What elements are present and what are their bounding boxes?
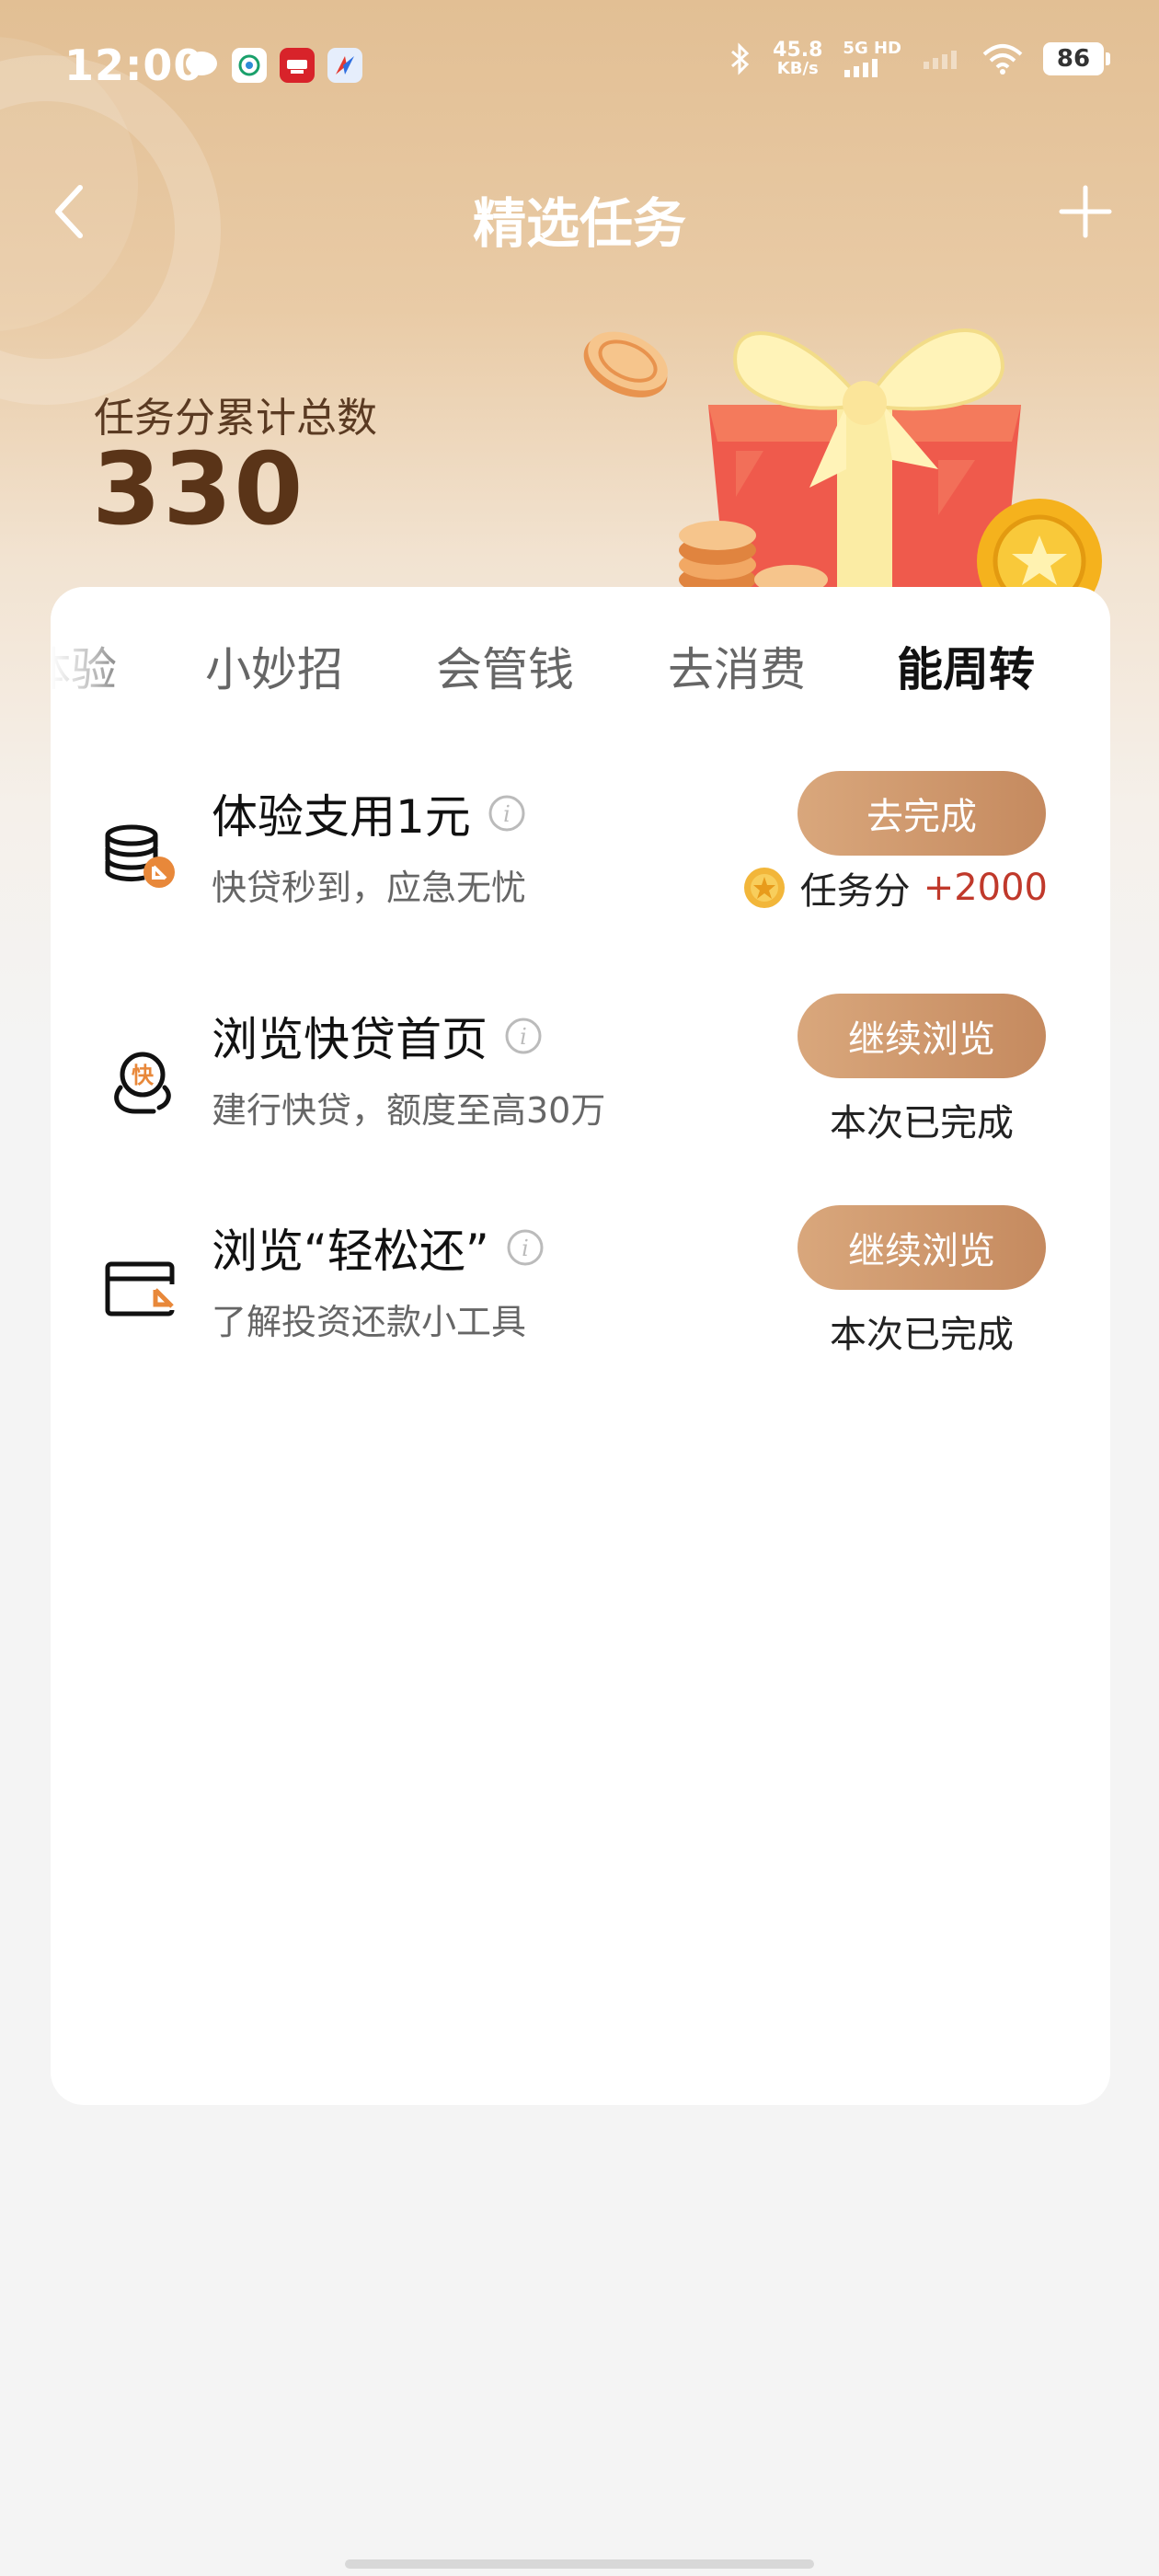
- status-time: 12:00: [64, 40, 204, 90]
- continue-browsing-button[interactable]: 继续浏览: [798, 994, 1046, 1078]
- tab-spending[interactable]: 去消费: [668, 633, 806, 699]
- message-icon: [184, 48, 219, 83]
- browser-icon: [327, 48, 362, 83]
- task-item: 体验支用1元 i 快贷秒到，应急无忧 去完成 任务分 +2000: [51, 771, 1110, 955]
- tab-tips[interactable]: 小妙招: [205, 633, 343, 699]
- add-button[interactable]: [1049, 175, 1122, 248]
- reward-coin-icon: [743, 868, 785, 908]
- coin-stack-icon: [105, 824, 175, 888]
- tabs-fade-overlay: [51, 587, 133, 743]
- completion-status: 本次已完成: [830, 1314, 1014, 1356]
- card-repay-icon: [105, 1261, 176, 1317]
- task-item: 浏览“轻松还” i 了解投资还款小工具 继续浏览 本次已完成: [51, 1205, 1110, 1389]
- reward-value: +2000: [923, 867, 1048, 909]
- info-icon[interactable]: i: [506, 1228, 545, 1267]
- quick-loan-icon: 快: [114, 1052, 171, 1114]
- tab-money-management[interactable]: 会管钱: [436, 633, 574, 699]
- svg-text:i: i: [503, 801, 511, 827]
- task-item: 快 浏览快贷首页 i 建行快贷，额度至高30万 继续浏览 本次已完成: [51, 994, 1110, 1178]
- battery-indicator: 86: [1043, 42, 1110, 75]
- network-type: 5G HD: [843, 39, 901, 58]
- page-title: 精选任务: [472, 192, 686, 255]
- bank-app-icon: [280, 48, 315, 83]
- wifi-icon: [982, 44, 1023, 75]
- task-title-row: 浏览快贷首页 i: [212, 1003, 543, 1069]
- svg-text:快: 快: [132, 1063, 155, 1088]
- complete-button[interactable]: 去完成: [798, 771, 1046, 856]
- score-total-value: 330: [92, 432, 305, 547]
- signal-bars-icon: [844, 59, 878, 77]
- task-title-row: 浏览“轻松还” i: [212, 1214, 545, 1281]
- task-subtitle: 快贷秒到，应急无忧: [212, 868, 527, 908]
- navigation-bar: 精选任务: [0, 166, 1159, 258]
- category-tabs: 体验 小妙招 会管钱 去消费 能周转: [51, 587, 1110, 743]
- notification-icons: [184, 48, 362, 83]
- reward-label: 任务分: [799, 870, 911, 913]
- task-title: 浏览“轻松还”: [212, 1225, 489, 1278]
- completion-status: 本次已完成: [830, 1102, 1014, 1144]
- status-right-group: 45.8 KB/s 5G HD 86: [729, 40, 1110, 77]
- task-card: 体验 小妙招 会管钱 去消费 能周转 体验支用1元 i 快贷秒到，应急无忧 去完…: [51, 587, 1110, 2105]
- network-speed-value: 45.8: [773, 39, 823, 62]
- continue-browsing-button[interactable]: 继续浏览: [798, 1205, 1046, 1290]
- svg-text:i: i: [520, 1024, 527, 1050]
- task-title-row: 体验支用1元 i: [212, 780, 526, 846]
- task-title: 体验支用1元: [212, 790, 471, 844]
- status-bar: 12:00 45.8 KB/s 5G HD 86: [0, 0, 1159, 138]
- svg-text:i: i: [522, 1236, 529, 1261]
- gift-illustration: [583, 328, 1102, 598]
- task-title: 浏览快贷首页: [212, 1013, 488, 1066]
- info-icon[interactable]: i: [504, 1017, 543, 1055]
- cell-signal: 5G HD: [843, 40, 901, 77]
- network-speed: 45.8 KB/s: [773, 40, 822, 77]
- plus-icon: [1059, 185, 1112, 238]
- tab-liquidity[interactable]: 能周转: [897, 633, 1035, 699]
- task-subtitle: 建行快贷，额度至高30万: [212, 1090, 606, 1131]
- mobile-carrier-icon: [232, 48, 267, 83]
- info-icon[interactable]: i: [488, 794, 526, 833]
- task-subtitle: 了解投资还款小工具: [212, 1302, 527, 1342]
- bluetooth-icon: [731, 42, 750, 75]
- network-speed-unit: KB/s: [776, 59, 819, 78]
- signal-bars-empty-icon: [924, 51, 957, 69]
- reward-info: 任务分 +2000: [741, 861, 1048, 914]
- home-indicator[interactable]: [345, 2559, 814, 2569]
